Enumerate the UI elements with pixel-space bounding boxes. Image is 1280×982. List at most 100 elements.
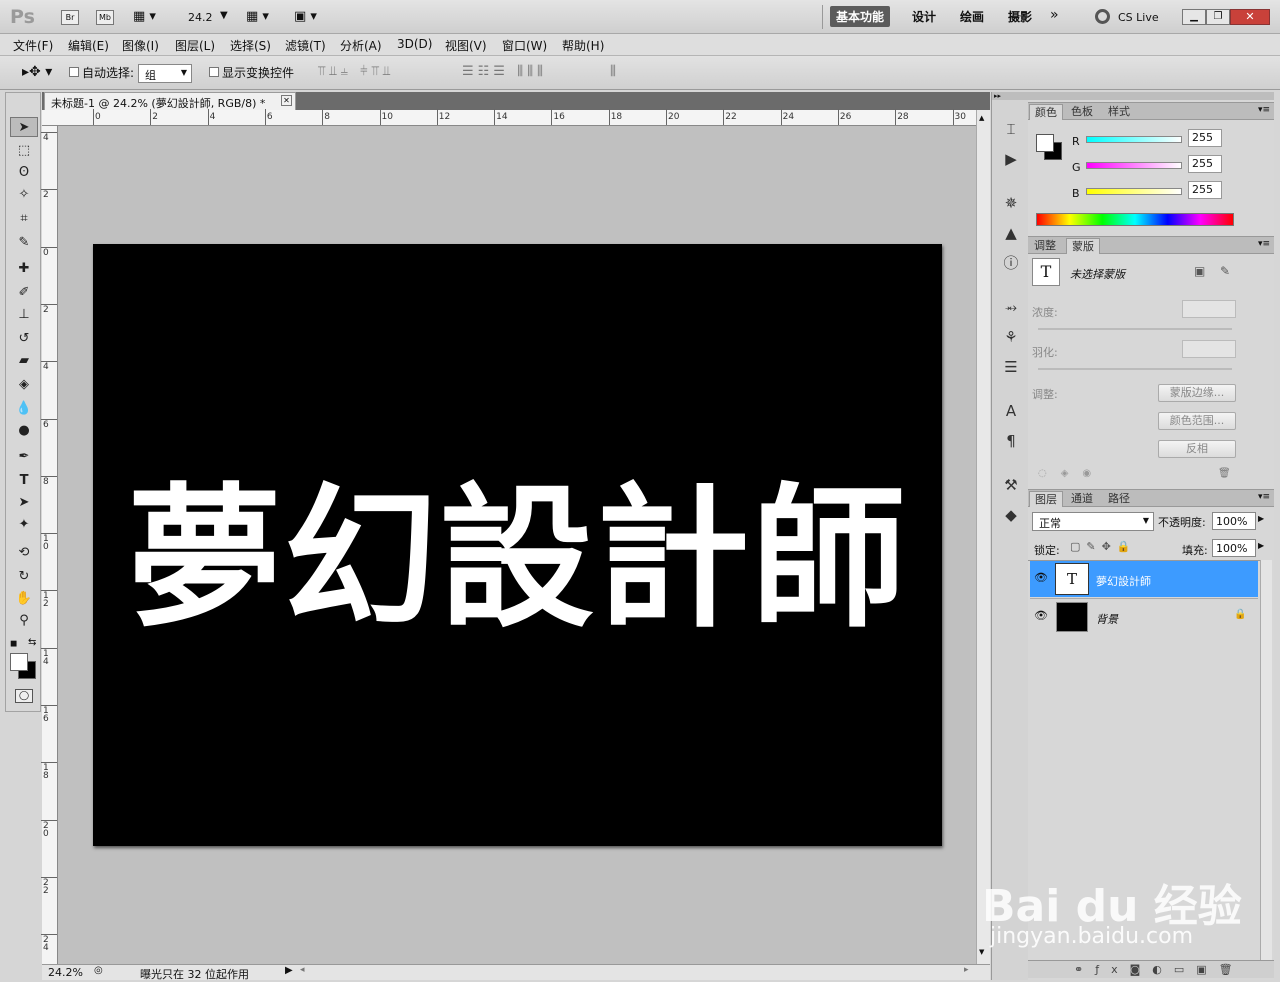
- scroll-down-icon[interactable]: ▼: [979, 948, 984, 956]
- zoom-dropdown-icon[interactable]: ▼: [220, 10, 228, 21]
- layer-visibility-icon[interactable]: 👁: [1034, 609, 1048, 623]
- workspace-essentials[interactable]: 基本功能: [830, 6, 891, 27]
- green-value[interactable]: 255: [1188, 155, 1222, 173]
- show-transform-checkbox[interactable]: [209, 67, 219, 77]
- history-brush-tool-icon[interactable]: ↺: [10, 329, 38, 349]
- align-buttons-icon[interactable]: ⫪⫫⫨ ⫩⫪⫫: [318, 64, 394, 79]
- vertical-scrollbar[interactable]: ▲ ▼: [976, 110, 990, 964]
- more-workspaces-icon[interactable]: »: [1050, 7, 1059, 23]
- density-value[interactable]: [1182, 300, 1236, 318]
- layer-name[interactable]: 夢幻設計師: [1096, 573, 1151, 589]
- paint-bucket-tool-icon[interactable]: ◈: [10, 375, 38, 395]
- dodge-tool-icon[interactable]: ●: [10, 421, 38, 441]
- blue-slider[interactable]: [1086, 188, 1182, 195]
- screen-mode-icon[interactable]: ▣ ▾: [294, 9, 317, 24]
- healing-brush-tool-icon[interactable]: ✚: [10, 259, 38, 279]
- history-panel-icon[interactable]: ⌶: [1000, 118, 1022, 140]
- workspace-painting[interactable]: 绘画: [960, 8, 984, 25]
- layers-footer-icons[interactable]: ⚭ƒx◙◐▭▣🗑: [1074, 963, 1245, 976]
- view-extras-icon[interactable]: ▦ ▾: [133, 9, 156, 24]
- brush-presets-icon[interactable]: ⥇: [1000, 296, 1022, 318]
- opacity-input[interactable]: 100%: [1212, 512, 1256, 530]
- clone-source-icon[interactable]: ⚘: [1000, 326, 1022, 348]
- pen-tool-icon[interactable]: ✒: [10, 447, 38, 467]
- auto-align-icon[interactable]: ⫼: [610, 64, 616, 79]
- arrange-documents-icon[interactable]: ▦ ▾: [246, 9, 269, 24]
- status-zoom[interactable]: 24.2%: [48, 966, 83, 979]
- 3d-panel-icon[interactable]: ◆: [1000, 504, 1022, 526]
- distribute-buttons-icon[interactable]: ☰☷☰ ⫼⫼⫼: [462, 64, 547, 79]
- vector-mask-icon[interactable]: ✎: [1220, 264, 1230, 278]
- close-window-button[interactable]: ✕: [1230, 9, 1270, 25]
- mask-edge-button[interactable]: 蒙版边缘...: [1158, 384, 1236, 402]
- menu-help[interactable]: 帮助(H): [562, 37, 604, 54]
- tab-paths[interactable]: 路径: [1103, 491, 1135, 507]
- swap-colors-icon[interactable]: ⇆: [28, 637, 36, 648]
- tab-adjustments[interactable]: 调整: [1029, 238, 1061, 254]
- custom-shape-tool-icon[interactable]: ✦: [10, 515, 38, 535]
- clone-stamp-tool-icon[interactable]: ⊥: [10, 305, 38, 325]
- crop-tool-icon[interactable]: ⌗: [10, 209, 38, 229]
- invert-button[interactable]: 反相: [1158, 440, 1236, 458]
- tab-styles[interactable]: 样式: [1103, 104, 1135, 120]
- menu-edit[interactable]: 编辑(E): [68, 37, 109, 54]
- 3d-rotate-tool-icon[interactable]: ⟲: [10, 543, 38, 563]
- layers-scrollbar[interactable]: [1260, 560, 1272, 970]
- menu-select[interactable]: 选择(S): [230, 37, 271, 54]
- blur-tool-icon[interactable]: 💧: [10, 399, 38, 419]
- canvas[interactable]: 夢幻設計師: [93, 244, 942, 846]
- foreground-color-swatch[interactable]: [10, 653, 28, 671]
- quick-select-tool-icon[interactable]: ✧: [10, 185, 38, 205]
- restore-button[interactable]: ❐: [1206, 9, 1230, 25]
- 3d-tools-icon[interactable]: ⚒: [1000, 474, 1022, 496]
- feather-value[interactable]: [1182, 340, 1236, 358]
- cslive-icon[interactable]: [1095, 9, 1110, 24]
- paragraph-panel-icon[interactable]: ¶: [1000, 430, 1022, 452]
- eyedropper-tool-icon[interactable]: ✎: [10, 233, 38, 253]
- mask-delete-icon[interactable]: 🗑: [1218, 468, 1231, 479]
- hscroll-left-icon[interactable]: ◂: [300, 965, 305, 975]
- brush-tool-icon[interactable]: ✐: [10, 283, 38, 303]
- tab-channels[interactable]: 通道: [1066, 491, 1098, 507]
- blue-value[interactable]: 255: [1188, 181, 1222, 199]
- 3d-orbit-tool-icon[interactable]: ↻: [10, 567, 38, 587]
- layer-row-text[interactable]: 👁 T 夢幻設計師: [1030, 561, 1258, 597]
- workspace-design[interactable]: 设计: [912, 8, 936, 25]
- document-tab[interactable]: 未标题-1 @ 24.2% (夢幻設計師, RGB/8) * ✕: [44, 92, 296, 110]
- menu-file[interactable]: 文件(F): [13, 37, 53, 54]
- histogram-panel-icon[interactable]: ▲: [1000, 222, 1022, 244]
- menu-layer[interactable]: 图层(L): [175, 37, 215, 54]
- menu-image[interactable]: 图像(I): [122, 37, 159, 54]
- move-tool-icon[interactable]: ➤: [10, 117, 38, 137]
- cslive-label[interactable]: CS Live: [1118, 11, 1159, 24]
- opacity-arrow-icon[interactable]: ▶: [1258, 514, 1264, 523]
- layer-row-background[interactable]: 👁 背景 🔒: [1030, 598, 1258, 634]
- minimize-button[interactable]: ▁: [1182, 9, 1206, 25]
- tab-color[interactable]: 颜色: [1029, 104, 1063, 120]
- close-document-icon[interactable]: ✕: [281, 95, 292, 106]
- zoom-level[interactable]: 24.2: [188, 11, 213, 24]
- bridge-button[interactable]: Br: [61, 10, 79, 25]
- masks-panel-menu-icon[interactable]: ▾≡: [1258, 239, 1270, 249]
- default-colors-icon[interactable]: ◼: [10, 639, 17, 649]
- dock-collapse-icon[interactable]: ▸▸: [992, 92, 1028, 100]
- type-tool-icon[interactable]: T: [10, 471, 38, 491]
- status-menu-arrow-icon[interactable]: ▶: [285, 965, 293, 976]
- menu-filter[interactable]: 滤镜(T): [285, 37, 326, 54]
- hscroll-right-icon[interactable]: ▸: [964, 965, 969, 975]
- layers-panel-menu-icon[interactable]: ▾≡: [1258, 492, 1270, 502]
- color-panel-menu-icon[interactable]: ▾≡: [1258, 105, 1270, 115]
- fill-input[interactable]: 100%: [1212, 539, 1256, 557]
- workspace-photography[interactable]: 摄影: [1008, 8, 1032, 25]
- auto-select-dropdown[interactable]: 组 ▼: [138, 64, 192, 83]
- scroll-up-icon[interactable]: ▲: [979, 114, 984, 122]
- actions-panel-icon[interactable]: ▶: [1000, 148, 1022, 170]
- tab-layers[interactable]: 图层: [1029, 491, 1063, 507]
- color-ramp[interactable]: [1036, 213, 1234, 226]
- color-fg-swatch[interactable]: [1036, 134, 1054, 152]
- fill-arrow-icon[interactable]: ▶: [1258, 541, 1264, 550]
- quick-mask-icon[interactable]: ◯: [15, 689, 33, 703]
- eraser-tool-icon[interactable]: ▰: [10, 351, 38, 371]
- auto-select-checkbox[interactable]: [69, 67, 79, 77]
- menu-window[interactable]: 窗口(W): [502, 37, 547, 54]
